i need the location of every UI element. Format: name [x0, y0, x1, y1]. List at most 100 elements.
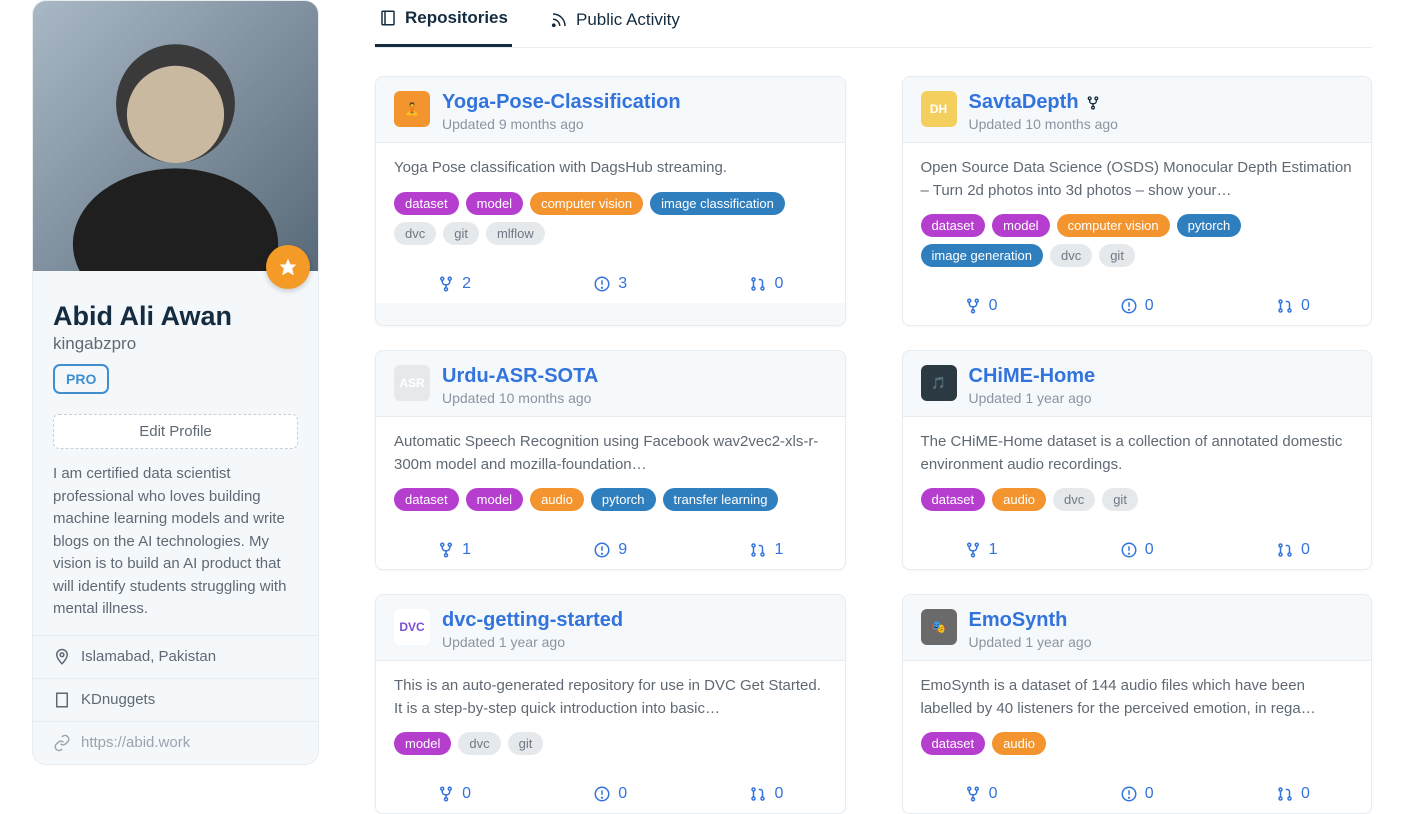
repo-title-link[interactable]: Yoga-Pose-Classification — [442, 91, 681, 114]
prs-stat[interactable]: 0 — [1276, 785, 1310, 803]
profile-sidebar: Abid Ali Awan kingabzpro PRO Edit Profil… — [0, 0, 325, 814]
profile-card: Abid Ali Awan kingabzpro PRO Edit Profil… — [32, 0, 319, 765]
location-text: Islamabad, Pakistan — [81, 648, 216, 665]
repo-description: This is an auto-generated repository for… — [394, 675, 827, 720]
location-icon — [53, 648, 71, 666]
pro-badge: PRO — [53, 364, 109, 394]
tag[interactable]: pytorch — [1177, 214, 1242, 237]
tag[interactable]: mlflow — [486, 222, 545, 245]
repo-tags: dataset model computer vision image classif… — [394, 192, 827, 245]
tag[interactable]: model — [466, 192, 523, 215]
repo-card: DVC dvc-getting-started Updated 1 year a… — [375, 594, 846, 814]
prs-stat[interactable]: 0 — [749, 785, 783, 803]
forks-stat[interactable]: 0 — [964, 785, 998, 803]
main-content: Repositories Public Activity 🧘 Yoga-Pose… — [325, 0, 1412, 814]
edit-profile-button[interactable]: Edit Profile — [53, 414, 298, 449]
repo-updated: Updated 1 year ago — [969, 390, 1354, 406]
issues-stat[interactable]: 0 — [1120, 785, 1154, 803]
tag[interactable]: audio — [530, 488, 584, 511]
location-row: Islamabad, Pakistan — [33, 636, 318, 678]
tag[interactable]: dvc — [1053, 488, 1095, 511]
tab-repositories-label: Repositories — [405, 8, 508, 28]
repo-icon: 🧘 — [394, 91, 430, 127]
repo-tags: model dvcgit — [394, 732, 827, 755]
repo-tags: dataset audio — [921, 732, 1354, 755]
tag[interactable]: image classification — [650, 192, 785, 215]
repo-card: 🎭 EmoSynth Updated 1 year ago EmoSynth i… — [902, 594, 1373, 814]
tab-activity[interactable]: Public Activity — [546, 0, 684, 47]
tag[interactable]: model — [394, 732, 451, 755]
repo-updated: Updated 1 year ago — [969, 634, 1354, 650]
tag[interactable]: git — [1099, 244, 1135, 267]
tag[interactable]: model — [466, 488, 523, 511]
forks-stat[interactable]: 1 — [964, 541, 998, 559]
repo-tags: dataset audio dvcgit — [921, 488, 1354, 511]
repo-title-link[interactable]: SavtaDepth — [969, 91, 1101, 114]
website-row[interactable]: https://abid.work — [33, 722, 318, 764]
repo-tags: dataset model audio pytorch transfer learnin… — [394, 488, 827, 511]
repo-description: Open Source Data Science (OSDS) Monocula… — [921, 157, 1354, 202]
issues-stat[interactable]: 9 — [593, 541, 627, 559]
tag[interactable]: dataset — [394, 192, 459, 215]
repo-description: Yoga Pose classification with DagsHub st… — [394, 157, 827, 180]
repo-description: EmoSynth is a dataset of 144 audio files… — [921, 675, 1354, 720]
tag[interactable]: dvc — [458, 732, 500, 755]
forks-stat[interactable]: 2 — [437, 275, 471, 293]
repo-description: Automatic Speech Recognition using Faceb… — [394, 431, 827, 476]
prs-stat[interactable]: 0 — [1276, 541, 1310, 559]
tag[interactable]: git — [508, 732, 544, 755]
tag[interactable]: model — [992, 214, 1049, 237]
star-badge-icon — [266, 245, 310, 289]
forks-stat[interactable]: 0 — [437, 785, 471, 803]
issues-stat[interactable]: 0 — [1120, 541, 1154, 559]
tag[interactable]: dataset — [921, 214, 986, 237]
tag[interactable]: git — [1102, 488, 1138, 511]
tabs: Repositories Public Activity — [375, 0, 1372, 48]
prs-stat[interactable]: 0 — [749, 275, 783, 293]
repo-updated: Updated 1 year ago — [442, 634, 827, 650]
prs-stat[interactable]: 0 — [1276, 297, 1310, 315]
tag[interactable]: transfer learning — [663, 488, 779, 511]
repo-icon: 🎵 — [921, 365, 957, 401]
tab-activity-label: Public Activity — [576, 10, 680, 30]
tag[interactable]: dvc — [1050, 244, 1092, 267]
repo-updated: Updated 9 months ago — [442, 116, 827, 132]
repo-title-link[interactable]: dvc-getting-started — [442, 609, 623, 632]
tag[interactable]: dataset — [921, 732, 986, 755]
repo-grid: 🧘 Yoga-Pose-Classification Updated 9 mon… — [375, 76, 1372, 814]
repo-title-link[interactable]: Urdu-ASR-SOTA — [442, 365, 598, 388]
tab-repositories[interactable]: Repositories — [375, 0, 512, 47]
forks-stat[interactable]: 1 — [437, 541, 471, 559]
forks-stat[interactable]: 0 — [964, 297, 998, 315]
repo-card: 🎵 CHiME-Home Updated 1 year ago The CHiM… — [902, 350, 1373, 570]
tag[interactable]: audio — [992, 488, 1046, 511]
tag[interactable]: dataset — [394, 488, 459, 511]
repo-card: DH SavtaDepth Updated 10 months ago Open… — [902, 76, 1373, 326]
issues-stat[interactable]: 0 — [593, 785, 627, 803]
tag[interactable]: audio — [992, 732, 1046, 755]
repo-icon: DVC — [394, 609, 430, 645]
rss-icon — [550, 11, 568, 29]
avatar — [33, 1, 318, 271]
prs-stat[interactable]: 1 — [749, 541, 783, 559]
repo-updated: Updated 10 months ago — [969, 116, 1354, 132]
building-icon — [53, 691, 71, 709]
tag[interactable]: dataset — [921, 488, 986, 511]
repo-title-link[interactable]: EmoSynth — [969, 609, 1068, 632]
tag[interactable]: computer vision — [1057, 214, 1170, 237]
repo-tags: dataset model computer vision pytorch image … — [921, 214, 1354, 267]
repo-card: ASR Urdu-ASR-SOTA Updated 10 months ago … — [375, 350, 846, 570]
repo-title-link[interactable]: CHiME-Home — [969, 365, 1096, 388]
tag[interactable]: pytorch — [591, 488, 656, 511]
link-icon — [53, 734, 71, 752]
repo-icon: 🎭 — [921, 609, 957, 645]
tag[interactable]: dvc — [394, 222, 436, 245]
profile-bio: I am certified data scientist profession… — [33, 463, 318, 635]
profile-username: kingabzpro — [33, 332, 318, 364]
issues-stat[interactable]: 3 — [593, 275, 627, 293]
issues-stat[interactable]: 0 — [1120, 297, 1154, 315]
repo-updated: Updated 10 months ago — [442, 390, 827, 406]
tag[interactable]: git — [443, 222, 479, 245]
tag[interactable]: image generation — [921, 244, 1043, 267]
tag[interactable]: computer vision — [530, 192, 643, 215]
